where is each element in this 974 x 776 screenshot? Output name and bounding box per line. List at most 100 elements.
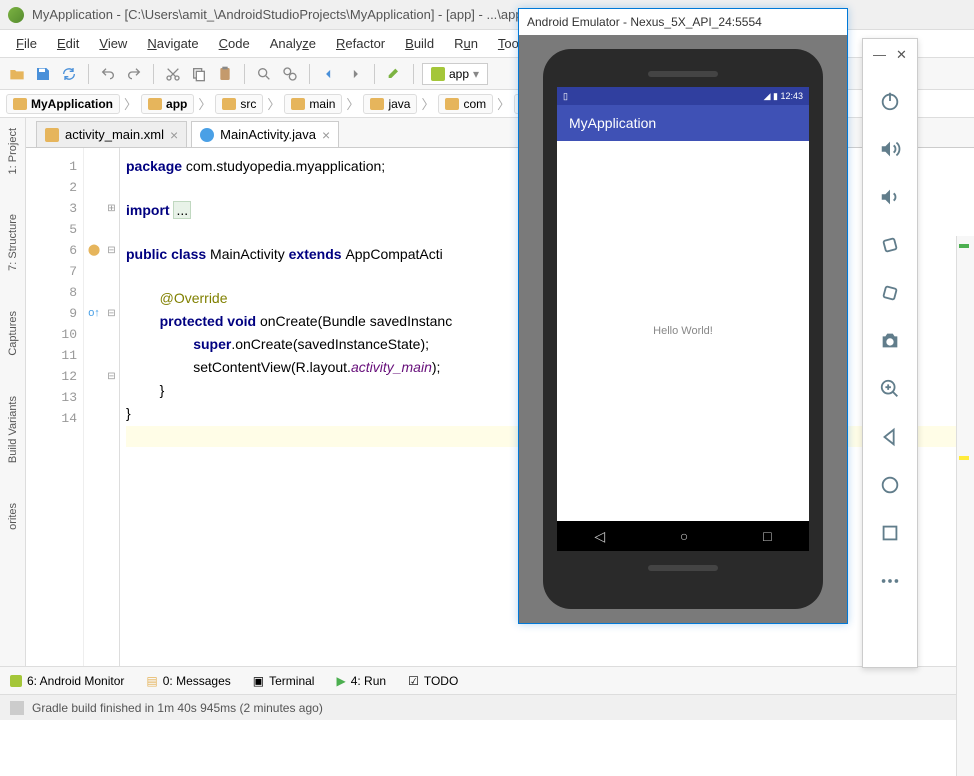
find-icon[interactable] (253, 63, 275, 85)
back-icon[interactable] (872, 413, 908, 461)
emulator-title-bar[interactable]: Android Emulator - Nexus_5X_API_24:5554 (519, 9, 847, 35)
tab-messages[interactable]: ▤0: Messages (146, 674, 230, 688)
breadcrumb-src[interactable]: src (215, 94, 263, 114)
breadcrumb-label: main (309, 97, 335, 111)
status-bar: Gradle build finished in 1m 40s 945ms (2… (0, 694, 974, 720)
folder-icon (291, 98, 305, 110)
overview-icon[interactable] (872, 509, 908, 557)
bottom-label: 6: Android Monitor (27, 674, 124, 688)
breadcrumb-label: src (240, 97, 256, 111)
power-icon[interactable] (872, 77, 908, 125)
emulator-body: ▯ ◢ ▮ 12:43 MyApplication Hello World! ◁… (519, 35, 847, 623)
tab-android-monitor[interactable]: 6: Android Monitor (10, 674, 124, 688)
bottom-label: TODO (424, 674, 458, 688)
menu-navigate[interactable]: Navigate (137, 33, 208, 54)
folder-icon (370, 98, 384, 110)
emulator-toolbar: — ✕ (862, 38, 918, 668)
nav-home-icon[interactable]: ○ (680, 528, 688, 544)
left-tool-strip: 1: Project 7: Structure Captures Build V… (0, 118, 26, 666)
undo-icon[interactable] (97, 63, 119, 85)
status-icon (10, 701, 24, 715)
volume-up-icon[interactable] (872, 125, 908, 173)
java-class-icon (200, 128, 214, 142)
todo-icon: ☑ (408, 674, 419, 688)
hello-text: Hello World! (653, 325, 713, 337)
status-text: Gradle build finished in 1m 40s 945ms (2… (32, 701, 323, 715)
chevron-right-icon: 〉 (198, 94, 211, 113)
save-icon[interactable] (32, 63, 54, 85)
make-icon[interactable] (383, 63, 405, 85)
tab-structure[interactable]: 7: Structure (7, 214, 19, 271)
separator (374, 64, 375, 84)
menu-code[interactable]: Code (209, 33, 260, 54)
home-icon[interactable] (872, 461, 908, 509)
separator (309, 64, 310, 84)
close-icon[interactable]: ✕ (896, 47, 907, 63)
sync-icon[interactable] (58, 63, 80, 85)
menu-run[interactable]: Run (444, 33, 488, 54)
chevron-right-icon: 〉 (497, 94, 510, 113)
camera-icon[interactable] (872, 317, 908, 365)
chevron-right-icon: 〉 (421, 94, 434, 113)
gutter-icons: ⬤o↑ (84, 148, 104, 666)
menu-file[interactable]: File (6, 33, 47, 54)
breadcrumb-project[interactable]: MyApplication (6, 94, 120, 114)
run-config-label: app (449, 67, 469, 81)
folder-icon (13, 98, 27, 110)
more-icon[interactable] (872, 557, 908, 605)
analysis-ok-mark (959, 244, 969, 248)
back-icon[interactable] (318, 63, 340, 85)
fold-gutter[interactable]: ⊞⊟⊟⊟ (104, 148, 120, 666)
status-left-icon: ▯ (563, 91, 568, 102)
tab-terminal[interactable]: ▣Terminal (253, 674, 315, 688)
error-stripe[interactable] (956, 236, 974, 776)
tab-todo[interactable]: ☑ TODO (408, 674, 458, 688)
menu-analyze[interactable]: Analyze (260, 33, 326, 54)
paste-icon[interactable] (214, 63, 236, 85)
cut-icon[interactable] (162, 63, 184, 85)
android-status-bar: ▯ ◢ ▮ 12:43 (557, 87, 809, 105)
chevron-right-icon: 〉 (267, 94, 280, 113)
tab-main-activity-java[interactable]: MainActivity.java × (191, 121, 339, 147)
menu-view[interactable]: View (89, 33, 137, 54)
rotate-right-icon[interactable] (872, 269, 908, 317)
chevron-down-icon: ▾ (473, 67, 479, 81)
minimize-icon[interactable]: — (873, 47, 886, 63)
bottom-label: 4: Run (351, 674, 386, 688)
volume-down-icon[interactable] (872, 173, 908, 221)
tab-activity-main-xml[interactable]: activity_main.xml × (36, 121, 187, 147)
replace-icon[interactable] (279, 63, 301, 85)
emulator-window[interactable]: Android Emulator - Nexus_5X_API_24:5554 … (518, 8, 848, 624)
breadcrumb-label: com (463, 97, 486, 111)
redo-icon[interactable] (123, 63, 145, 85)
menu-edit[interactable]: Edit (47, 33, 89, 54)
chevron-right-icon: 〉 (124, 94, 137, 113)
forward-icon[interactable] (344, 63, 366, 85)
tab-run[interactable]: ▶4: Run (336, 674, 386, 688)
open-icon[interactable] (6, 63, 28, 85)
breadcrumb-main[interactable]: main (284, 94, 342, 114)
tab-build-variants[interactable]: Build Variants (7, 396, 19, 463)
bottom-label: 0: Messages (163, 674, 231, 688)
close-icon[interactable]: × (322, 127, 330, 143)
rotate-left-icon[interactable] (872, 221, 908, 269)
tab-favorites[interactable]: orites (7, 503, 19, 530)
phone-screen[interactable]: ▯ ◢ ▮ 12:43 MyApplication Hello World! ◁… (557, 87, 809, 551)
nav-overview-icon[interactable]: □ (763, 528, 771, 544)
separator (413, 64, 414, 84)
breadcrumb-com[interactable]: com (438, 94, 493, 114)
copy-icon[interactable] (188, 63, 210, 85)
menu-refactor[interactable]: Refactor (326, 33, 395, 54)
breadcrumb-app[interactable]: app (141, 94, 194, 114)
phone-frame: ▯ ◢ ▮ 12:43 MyApplication Hello World! ◁… (543, 49, 823, 609)
tab-captures[interactable]: Captures (7, 311, 19, 356)
run-config-selector[interactable]: app ▾ (422, 63, 488, 85)
tab-project[interactable]: 1: Project (7, 128, 19, 174)
menu-build[interactable]: Build (395, 33, 444, 54)
breadcrumb-java[interactable]: java (363, 94, 417, 114)
zoom-icon[interactable] (872, 365, 908, 413)
nav-back-icon[interactable]: ◁ (594, 528, 605, 545)
android-icon (431, 67, 445, 81)
android-icon (10, 675, 22, 687)
close-icon[interactable]: × (170, 127, 178, 143)
